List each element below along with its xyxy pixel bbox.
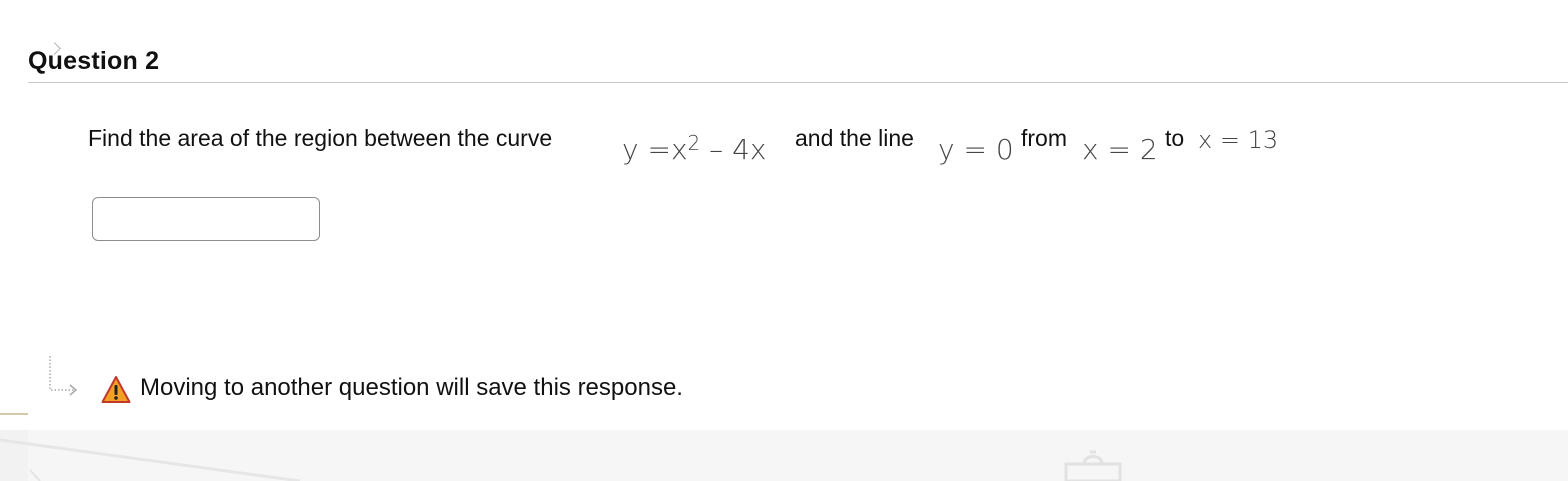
prompt-from-text: from bbox=[1021, 125, 1067, 151]
warning-triangle-icon bbox=[101, 376, 131, 403]
curve-equation: y =x2 – 4x bbox=[622, 131, 767, 166]
prompt-to-text: to bbox=[1165, 125, 1185, 151]
question-title: Question 2 bbox=[28, 47, 160, 75]
curve-rest: – 4x bbox=[709, 133, 767, 166]
answer-input[interactable] bbox=[92, 197, 320, 241]
curve-equals: = bbox=[647, 133, 671, 166]
question-header: Question 2 bbox=[28, 42, 1568, 83]
dotted-return-arrow-icon bbox=[49, 356, 78, 396]
footer-decoration bbox=[0, 438, 301, 481]
prompt-line-text: and the line bbox=[795, 125, 914, 151]
curve-exponent: 2 bbox=[687, 131, 701, 155]
save-warning-text: Moving to another question will save thi… bbox=[140, 374, 683, 401]
left-accent-line bbox=[0, 413, 28, 415]
from-equation: x = 2 bbox=[1082, 133, 1158, 166]
to-equation: x = 13 bbox=[1198, 126, 1279, 154]
line-equation: y = 0 bbox=[938, 133, 1014, 166]
question-page: Question 2 Find the area of the region b… bbox=[0, 0, 1568, 481]
bag-icon bbox=[1064, 450, 1122, 481]
curve-x: x bbox=[670, 133, 688, 166]
curve-y: y bbox=[622, 133, 639, 166]
prompt-intro-text: Find the area of the region between the … bbox=[88, 125, 553, 151]
